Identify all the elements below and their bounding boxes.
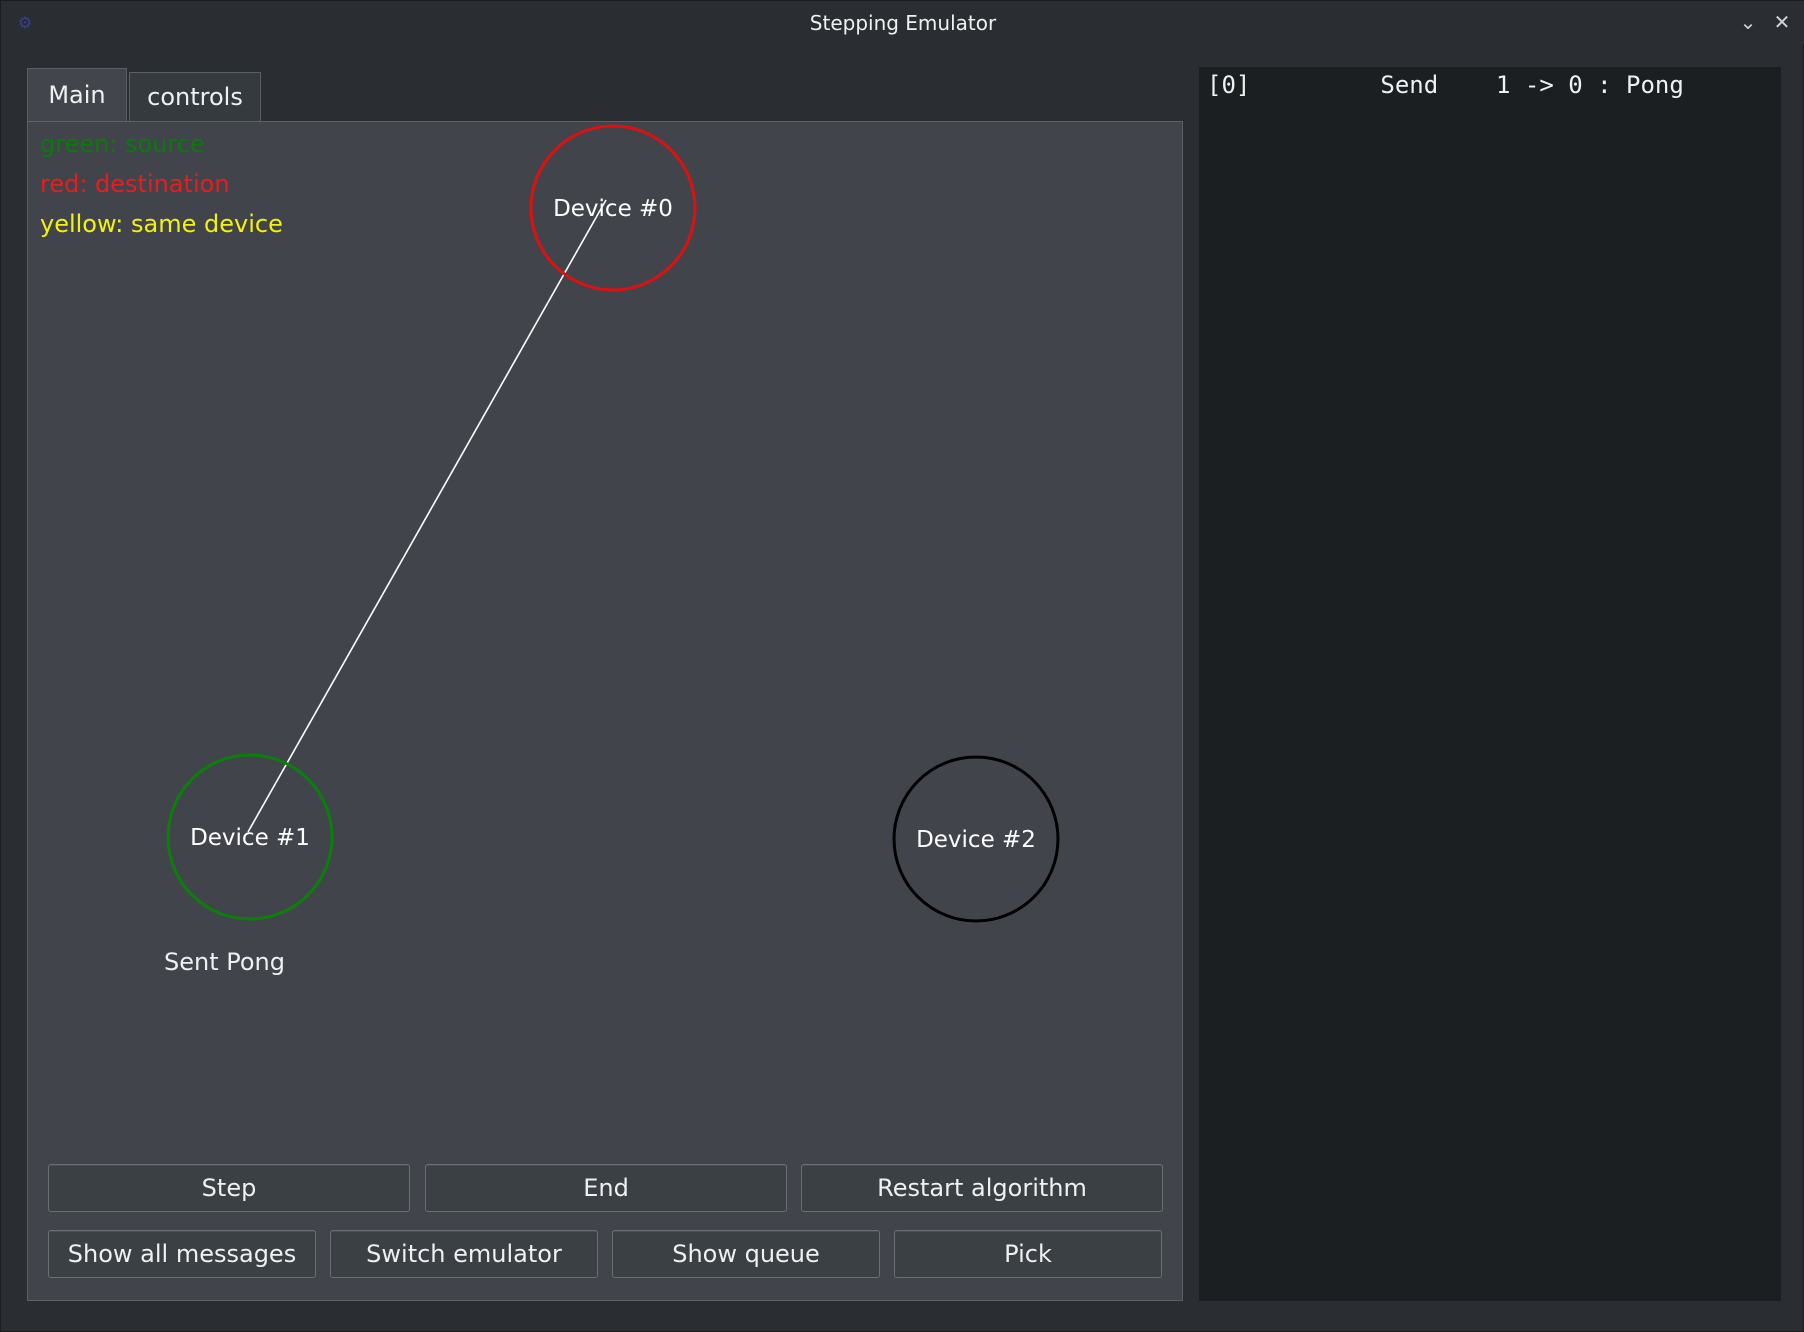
log-entry[interactable]: [0] Send 1 -> 0 : Pong xyxy=(1207,71,1684,99)
show-all-messages-button[interactable]: Show all messages xyxy=(48,1230,316,1278)
legend-same-device: yellow: same device xyxy=(40,210,283,238)
message-edge xyxy=(247,199,607,833)
step-button[interactable]: Step xyxy=(48,1164,410,1212)
message-log[interactable]: [0] Send 1 -> 0 : Pong xyxy=(1199,67,1781,1301)
restart-algorithm-button[interactable]: Restart algorithm xyxy=(801,1164,1163,1212)
main-panel: Device #0 Device #1 Device #2 green: sou… xyxy=(27,121,1183,1301)
title-bar[interactable]: ⚙ Stepping Emulator ⌄ ✕ xyxy=(1,1,1804,45)
minimize-icon[interactable]: ⌄ xyxy=(1735,9,1761,35)
device-0-label: Device #0 xyxy=(553,196,673,222)
switch-emulator-button[interactable]: Switch emulator xyxy=(330,1230,598,1278)
legend-destination: red: destination xyxy=(40,170,230,198)
emulator-window: ⚙ Stepping Emulator ⌄ ✕ Main controls De… xyxy=(0,0,1804,1332)
tab-controls[interactable]: controls xyxy=(129,72,261,122)
device-status-label: Sent Pong xyxy=(164,948,285,976)
end-button[interactable]: End xyxy=(425,1164,787,1212)
window-title: Stepping Emulator xyxy=(809,11,997,35)
pick-button[interactable]: Pick xyxy=(894,1230,1162,1278)
device-2-label: Device #2 xyxy=(916,827,1036,853)
legend-source: green: source xyxy=(40,130,205,158)
device-1-label: Device #1 xyxy=(190,825,310,851)
show-queue-button[interactable]: Show queue xyxy=(612,1230,880,1278)
tab-main[interactable]: Main xyxy=(27,68,127,124)
network-canvas: Device #0 Device #1 Device #2 xyxy=(166,124,1060,923)
close-icon[interactable]: ✕ xyxy=(1769,9,1795,35)
